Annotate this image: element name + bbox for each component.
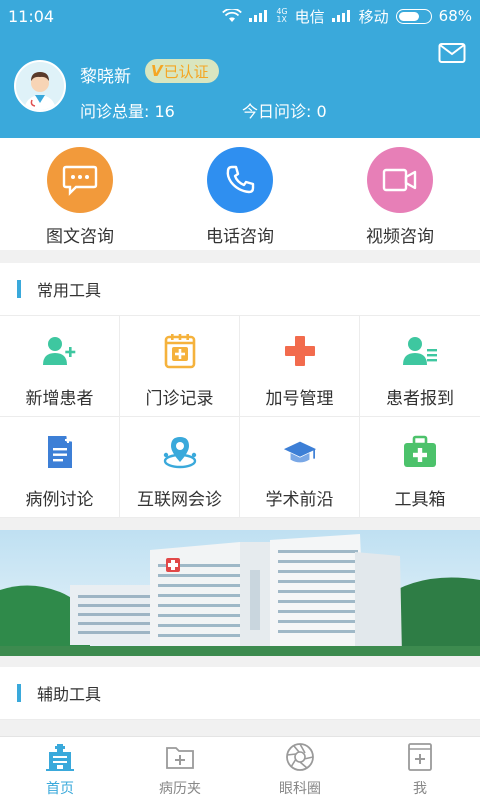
tool-clinic-record[interactable]: 门诊记录 [120, 316, 240, 417]
add-user-icon [42, 333, 78, 369]
consult-video-circle [367, 147, 433, 213]
consult-text-label: 图文咨询 [46, 227, 114, 247]
tool-academic-frontier[interactable]: 学术前沿 [240, 417, 360, 518]
tab-ophthalmology-circle-label: 眼科圈 [279, 781, 321, 797]
tool-online-consultation[interactable]: 互联网会诊 [120, 417, 240, 518]
phone-icon [226, 165, 255, 194]
tool-case-discussion[interactable]: 病例讨论 [0, 417, 120, 518]
avatar[interactable] [14, 60, 66, 112]
graduation-cap-icon [282, 434, 318, 470]
signal-icon-2 [331, 10, 350, 22]
tool-clinic-record-label: 门诊记录 [145, 389, 214, 409]
chat-bubble-icon [62, 165, 98, 196]
video-camera-icon [382, 168, 417, 192]
network-type: 4G 1X [276, 7, 288, 24]
tool-extra-appointments-label: 加号管理 [265, 389, 334, 409]
consult-text-circle [47, 147, 113, 213]
consult-text[interactable]: 图文咨询 [0, 138, 160, 250]
aux-tools-title: 辅助工具 [37, 685, 102, 704]
tool-case-discussion-label: 病例讨论 [25, 490, 94, 510]
tab-ophthalmology-circle[interactable]: 眼科圈 [240, 737, 360, 800]
profile-header: 黎晓新 V 已认证 问诊总量: 16 今日问诊: 0 [0, 32, 480, 138]
patient-checkin-icon [402, 333, 438, 369]
home-hospital-icon [46, 744, 74, 771]
verified-mark: V [151, 62, 163, 80]
consult-phone-label: 电话咨询 [206, 227, 274, 247]
document-icon [42, 434, 78, 470]
aux-tools-header: 辅助工具 [0, 667, 480, 720]
tool-patient-checkin[interactable]: 患者报到 [360, 316, 480, 417]
consult-video[interactable]: 视频咨询 [320, 138, 480, 250]
hospital-banner[interactable] [0, 530, 480, 656]
first-aid-kit-icon [402, 434, 438, 470]
tab-me-label: 我 [413, 781, 427, 797]
consult-options: 图文咨询 电话咨询 视频咨询 [0, 138, 480, 250]
aperture-icon [286, 743, 314, 771]
tab-records-label: 病历夹 [159, 781, 201, 797]
tool-academic-frontier-label: 学术前沿 [265, 490, 334, 510]
signal-icon-1 [249, 10, 268, 22]
location-network-icon [162, 434, 198, 470]
bottom-tab-bar: 首页 病历夹 眼科圈 我 [0, 736, 480, 800]
battery-icon [395, 8, 432, 24]
tool-add-patient-label: 新增患者 [25, 389, 94, 409]
common-tools-title: 常用工具 [37, 281, 102, 300]
plus-icon [282, 333, 318, 369]
clinic-record-icon [162, 333, 198, 369]
section-accent-bar [17, 280, 21, 298]
status-time: 11:04 [8, 6, 55, 26]
consult-phone[interactable]: 电话咨询 [160, 138, 320, 250]
doctor-name: 黎晓新 [80, 67, 131, 87]
today-consult-count: 今日问诊: 0 [242, 102, 327, 121]
tool-toolbox-label: 工具箱 [394, 490, 446, 510]
consult-video-label: 视频咨询 [366, 227, 434, 247]
tab-records[interactable]: 病历夹 [120, 737, 240, 800]
tool-patient-checkin-label: 患者报到 [386, 389, 454, 409]
tab-me[interactable]: 我 [360, 737, 480, 800]
wifi-icon [222, 9, 243, 22]
common-tools-header: 常用工具 [0, 263, 480, 316]
doctor-avatar-icon [16, 62, 64, 110]
tool-extra-appointments[interactable]: 加号管理 [240, 316, 360, 417]
folder-plus-icon [166, 747, 194, 769]
hospital-building-image [0, 530, 480, 656]
common-tools-grid: 新增患者 门诊记录 加号管理 患者报到 病例讨论 互联网会诊 学术前沿 工具箱 [0, 316, 480, 518]
total-consult-count: 问诊总量: 16 [80, 102, 175, 121]
verified-badge: V 已认证 [145, 59, 219, 83]
section-accent-bar [17, 684, 21, 702]
tool-toolbox[interactable]: 工具箱 [360, 417, 480, 518]
consult-phone-circle [207, 147, 273, 213]
carrier-1: 电信 [294, 7, 325, 26]
tab-home-label: 首页 [46, 781, 74, 797]
mail-icon[interactable] [438, 42, 466, 64]
battery-level: 68% [438, 7, 472, 25]
tool-online-consultation-label: 互联网会诊 [137, 490, 222, 510]
profile-card-icon [408, 743, 432, 771]
tool-add-patient[interactable]: 新增患者 [0, 316, 120, 417]
tab-home[interactable]: 首页 [0, 737, 120, 800]
status-bar: 11:04 4G 1X 电信 移动 68% [0, 0, 480, 32]
verified-label: 已认证 [163, 62, 209, 81]
carrier-2: 移动 [358, 7, 389, 26]
